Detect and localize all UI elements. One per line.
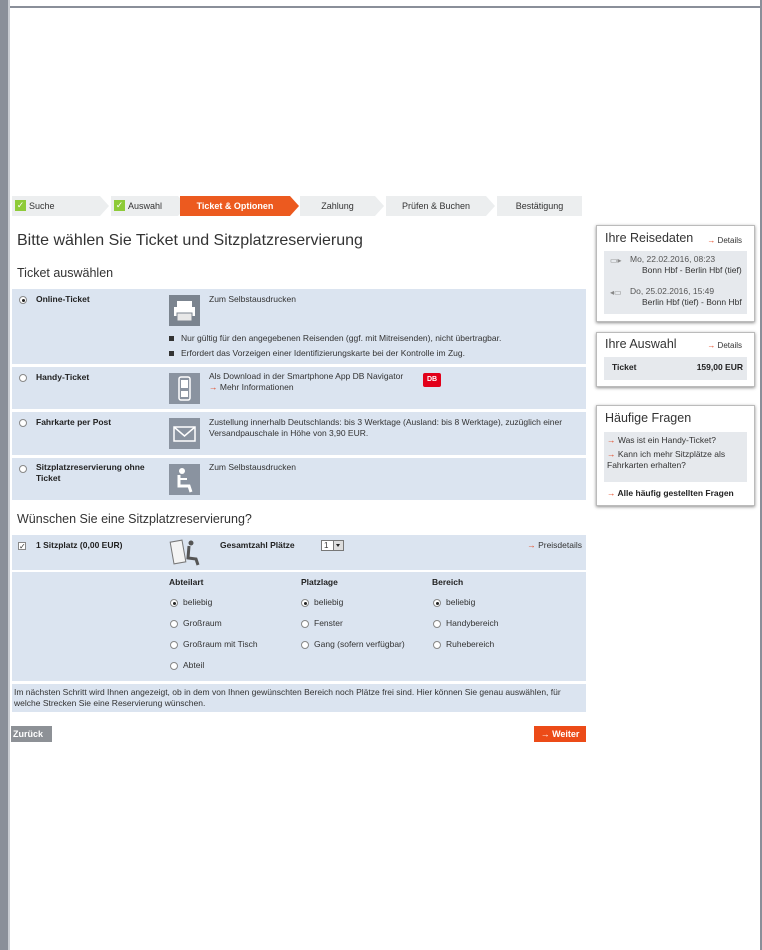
seat-icon xyxy=(169,464,200,495)
arrow-right-icon: → xyxy=(527,540,536,550)
selection-box: Ihre Auswahl → Details Ticket 159,00 EUR xyxy=(596,332,755,387)
radio-handy-ticket[interactable] xyxy=(19,374,27,382)
bullet-icon xyxy=(169,351,174,356)
radio-bereich-ruhebereich[interactable] xyxy=(433,641,441,649)
chevron-down-icon xyxy=(333,541,343,550)
reservation-options: Abteilart Platzlage Bereich beliebig Gro… xyxy=(12,572,586,681)
arrow-right-icon: → xyxy=(707,341,716,350)
radio-bereich-beliebig[interactable] xyxy=(433,599,441,607)
seat-reservation-icon xyxy=(169,538,201,568)
next-button[interactable]: → Weiter xyxy=(534,726,586,742)
step-ticket-optionen: Ticket & Optionen xyxy=(180,196,290,216)
radio-platzlage-beliebig[interactable] xyxy=(301,599,309,607)
mehr-informationen-link[interactable]: → Mehr Informationen xyxy=(209,382,294,393)
db-navigator-logo[interactable]: DB xyxy=(423,373,441,387)
reservation-section-title: Wünschen Sie eine Sitzplatzreservierung? xyxy=(17,512,252,526)
trip-list: ▭▸ Mo, 22.02.2016, 08:23 Bonn Hbf - Berl… xyxy=(604,251,747,314)
step-pruefen-buchen: Prüfen & Buchen xyxy=(386,196,486,216)
arrow-right-icon: → xyxy=(209,382,218,392)
step-suche[interactable]: ✓ Suche xyxy=(12,196,100,216)
back-button[interactable]: Zurück xyxy=(11,726,52,742)
window-frame-left xyxy=(0,0,10,950)
radio-abteilart-grossraum[interactable] xyxy=(170,620,178,628)
train-return-icon: ◂▭ xyxy=(610,288,622,297)
ticket-option-handy[interactable]: Handy-Ticket Als Download in der Smartph… xyxy=(12,367,586,409)
window-frame-top xyxy=(0,0,762,8)
faq-item[interactable]: → Was ist ein Handy-Ticket? xyxy=(607,435,716,446)
radio-reservierung-ohne-ticket[interactable] xyxy=(19,465,27,473)
page-title: Bitte wählen Sie Ticket und Sitzplatzres… xyxy=(17,232,363,249)
radio-online-ticket[interactable] xyxy=(19,296,27,304)
step-auswahl[interactable]: ✓ Auswahl xyxy=(111,196,178,216)
travel-details-link[interactable]: → Details xyxy=(707,236,742,245)
mobile-phone-icon xyxy=(169,373,200,404)
arrow-right-icon: → xyxy=(607,435,616,445)
radio-abteilart-abteil[interactable] xyxy=(170,662,178,670)
ticket-section-title: Ticket auswählen xyxy=(17,266,114,280)
selection-details-link[interactable]: → Details xyxy=(707,341,742,350)
all-faq-link[interactable]: → Alle häufig gestellten Fragen xyxy=(607,488,734,499)
radio-platzlage-gang[interactable] xyxy=(301,641,309,649)
booking-progress: ✓ Suche ✓ Auswahl Ticket & Optionen Zahlun… xyxy=(12,196,582,216)
arrow-right-icon: → xyxy=(540,729,550,739)
travel-data-box: Ihre Reisedaten → Details ▭▸ Mo, 22.02.2… xyxy=(596,225,755,322)
checkmark-icon: ✓ xyxy=(114,200,125,212)
arrow-right-icon: → xyxy=(607,488,616,498)
step-separator xyxy=(375,196,384,216)
ticket-option-post[interactable]: Fahrkarte per Post Zustellung innerhalb … xyxy=(12,412,586,455)
step-zahlung: Zahlung xyxy=(300,196,375,216)
reservation-info-row: Im nächsten Schritt wird Ihnen angezeigt… xyxy=(12,684,586,712)
reservation-header-row: ✓ 1 Sitzplatz (0,00 EUR) Gesamtzahl Plät… xyxy=(12,535,586,570)
total-seats-select[interactable]: 1 xyxy=(321,540,344,551)
arrow-right-icon: → xyxy=(607,449,616,459)
radio-fahrkarte-post[interactable] xyxy=(19,419,27,427)
reservation-checkbox[interactable]: ✓ xyxy=(18,542,26,551)
step-separator xyxy=(100,196,109,216)
step-separator xyxy=(486,196,495,216)
radio-bereich-handybereich[interactable] xyxy=(433,620,441,628)
step-bestaetigung: Bestätigung xyxy=(497,196,582,216)
faq-item[interactable]: → Kann ich mehr Sitzplätze als Fahrkarte… xyxy=(607,449,737,471)
checkmark-icon: ✓ xyxy=(15,200,26,212)
faq-list: → Was ist ein Handy-Ticket? → Kann ich m… xyxy=(604,432,747,482)
preisdetails-link[interactable]: → Preisdetails xyxy=(527,540,582,551)
printer-icon xyxy=(169,295,200,326)
arrow-right-icon: → xyxy=(707,236,716,245)
step-separator xyxy=(290,196,299,216)
ticket-option-reservation-only[interactable]: Sitzplatzreservierung ohne Ticket Zum Se… xyxy=(12,458,586,500)
radio-abteilart-grossraum-tisch[interactable] xyxy=(170,641,178,649)
envelope-icon xyxy=(169,418,200,449)
faq-box: Häufige Fragen → Was ist ein Handy-Ticke… xyxy=(596,405,755,506)
radio-platzlage-fenster[interactable] xyxy=(301,620,309,628)
selection-summary: Ticket 159,00 EUR xyxy=(604,357,747,380)
train-outbound-icon: ▭▸ xyxy=(610,256,622,265)
bullet-icon xyxy=(169,336,174,341)
radio-abteilart-beliebig[interactable] xyxy=(170,599,178,607)
ticket-option-online[interactable]: Online-Ticket Zum Selbstausdrucken Nur g… xyxy=(12,289,586,364)
